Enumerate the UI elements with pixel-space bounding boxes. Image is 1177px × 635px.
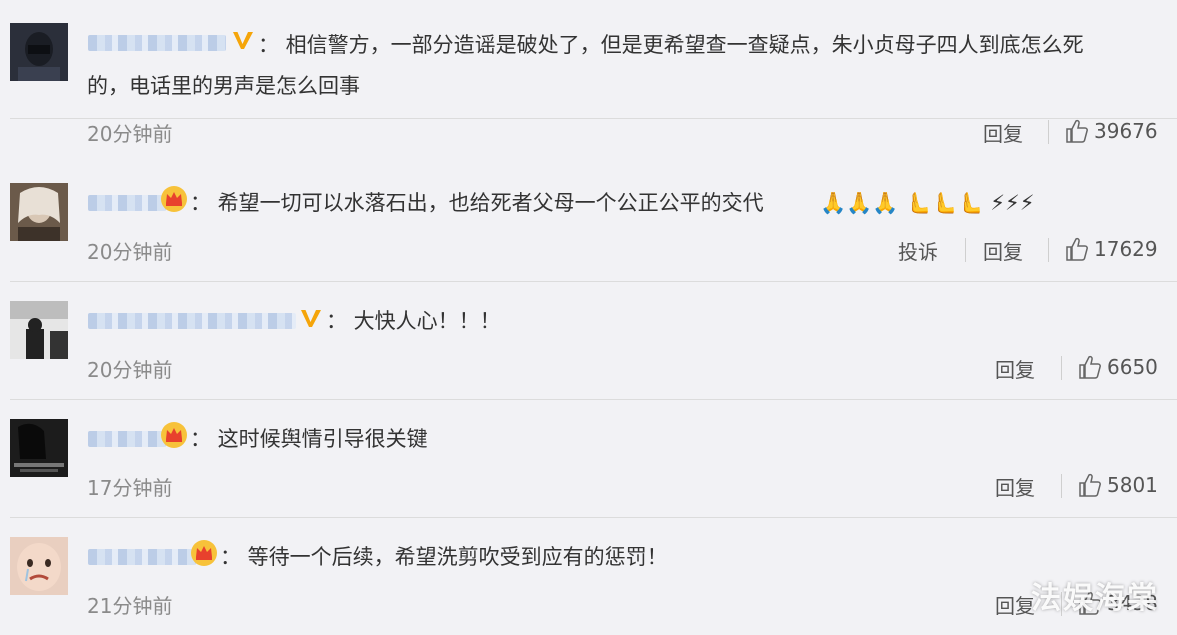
like-count: 5801 <box>1107 473 1158 497</box>
like-count: 6650 <box>1107 355 1158 379</box>
reply-button[interactable]: 回复 <box>995 590 1035 619</box>
avatar[interactable] <box>10 301 68 359</box>
avatar[interactable] <box>10 419 68 477</box>
comment-text: ： 大快人心！！！ <box>326 309 501 333</box>
divider <box>1048 238 1049 262</box>
thumbs-up-icon <box>1066 119 1088 143</box>
avatar[interactable] <box>10 23 68 81</box>
like-count: 17629 <box>1094 237 1158 261</box>
thumbs-up-icon <box>1079 473 1101 497</box>
like-button[interactable]: 39676 <box>1066 119 1158 143</box>
verified-v-icon <box>233 32 253 49</box>
comment-item: ： 大快人心！！！ 20分钟前 回复 6650 <box>10 281 1177 400</box>
username-blurred[interactable] <box>88 549 196 565</box>
comment-emojis: 🙏🙏🙏 🫷🫷🫷 ⚡⚡⚡ <box>820 191 1035 215</box>
comment-item: ： 这时候舆情引导很关键 17分钟前 回复 5801 <box>10 399 1177 518</box>
comment-text: ： 这时候舆情引导很关键 <box>190 427 428 451</box>
comment-time: 20分钟前 <box>87 122 173 146</box>
username-blurred[interactable] <box>88 431 166 447</box>
comment-text: ： 希望一切可以水落石出，也给死者父母一个公正公平的交代 <box>190 191 764 215</box>
avatar[interactable] <box>10 537 68 595</box>
divider <box>1061 356 1062 380</box>
reply-button[interactable]: 回复 <box>995 354 1035 383</box>
divider <box>965 238 966 262</box>
comment-time: 20分钟前 <box>87 358 173 382</box>
username-blurred[interactable] <box>88 313 296 329</box>
comment-text: ： 等待一个后续，希望洗剪吹受到应有的惩罚！ <box>220 545 668 569</box>
crown-vip-icon <box>191 540 217 566</box>
thumbs-up-icon <box>1066 237 1088 261</box>
comment-item: ： 希望一切可以水落石出，也给死者父母一个公正公平的交代 🙏🙏🙏 🫷🫷🫷 ⚡⚡⚡… <box>10 163 1177 282</box>
divider <box>1048 120 1049 144</box>
thumbs-up-icon <box>1079 355 1101 379</box>
reply-button[interactable]: 回复 <box>983 236 1023 265</box>
crown-vip-icon <box>161 186 187 212</box>
reply-button[interactable]: 回复 <box>983 118 1023 147</box>
like-button[interactable]: 5801 <box>1079 473 1158 497</box>
comment-item: ： 相信警方，一部分造谣是破处了，但是更希望查一查疑点，朱小贞母子四人到底怎么死… <box>10 0 1177 146</box>
comment-time: 17分钟前 <box>87 476 173 500</box>
comment-text-line2: 的，电话里的男声是怎么回事 <box>87 74 360 98</box>
comment-time: 21分钟前 <box>87 594 173 618</box>
report-button[interactable]: 投诉 <box>898 236 938 265</box>
comment-item: ： 等待一个后续，希望洗剪吹受到应有的惩罚！ 21分钟前 回复 3438 <box>10 517 1177 635</box>
avatar[interactable] <box>10 183 68 241</box>
like-button[interactable]: 17629 <box>1066 237 1158 261</box>
username-blurred[interactable] <box>88 35 226 51</box>
like-button[interactable]: 6650 <box>1079 355 1158 379</box>
divider <box>1061 474 1062 498</box>
watermark: 法娱海棠 <box>1031 581 1159 616</box>
comment-time: 20分钟前 <box>87 240 173 264</box>
comment-text: ： 相信警方，一部分造谣是破处了，但是更希望查一查疑点，朱小贞母子四人到底怎么死 <box>258 33 1084 57</box>
crown-vip-icon <box>161 422 187 448</box>
like-count: 39676 <box>1094 119 1158 143</box>
username-blurred[interactable] <box>88 195 166 211</box>
reply-button[interactable]: 回复 <box>995 472 1035 501</box>
verified-v-icon <box>301 310 321 327</box>
